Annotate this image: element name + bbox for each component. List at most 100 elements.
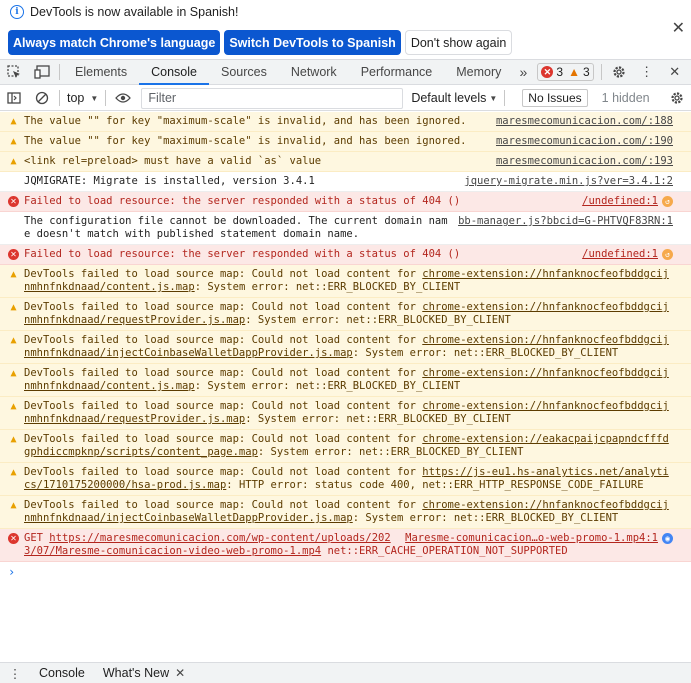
divider — [59, 90, 60, 106]
network-request-icon[interactable]: ↺ — [662, 249, 673, 260]
console-message: ▲ DevTools failed to load source map: Co… — [0, 463, 691, 496]
infobar-message: i DevTools is now available in Spanish! — [10, 5, 238, 19]
network-request-icon[interactable]: ↺ — [662, 196, 673, 207]
warning-icon: ▲ — [10, 269, 17, 280]
message-suffix: : System error: net::ERR_BLOCKED_BY_CLIE… — [245, 314, 511, 326]
message-source-link[interactable]: Maresme-comunicacion…o-web-promo-1.mp4:1… — [405, 532, 673, 545]
message-text: JQMIGRATE: Migrate is installed, version… — [24, 175, 315, 187]
info-icon: i — [10, 5, 24, 19]
message-suffix: : System error: net::ERR_BLOCKED_BY_CLIE… — [257, 446, 524, 458]
log-levels-dropdown[interactable]: Default levels ▼ — [407, 91, 501, 105]
tab-network[interactable]: Network — [279, 60, 349, 85]
log-levels-value: Default levels — [411, 91, 487, 105]
message-suffix: : System error: net::ERR_BLOCKED_BY_CLIE… — [245, 413, 511, 425]
message-suffix: : System error: net::ERR_BLOCKED_BY_CLIE… — [194, 281, 461, 293]
inspect-element-icon[interactable] — [0, 60, 28, 85]
message-text: <link rel=preload> must have a valid `as… — [24, 155, 322, 167]
message-prefix: DevTools failed to load source map: Coul… — [24, 268, 423, 280]
console-message: bb-manager.js?bbcid=G-PHTVQF83RN:1 The c… — [0, 212, 691, 245]
drawer-tab-whats-new[interactable]: What's New ✕ — [94, 666, 194, 680]
more-tabs-icon[interactable]: » — [513, 60, 533, 85]
source-text: /undefined:1 — [582, 248, 658, 260]
warning-icon: ▲ — [10, 156, 17, 167]
message-prefix: DevTools failed to load source map: Coul… — [24, 400, 423, 412]
message-text: The value "" for key "maximum-scale" is … — [24, 135, 467, 147]
close-devtools-icon[interactable]: ✕ — [661, 60, 689, 85]
message-prefix: DevTools failed to load source map: Coul… — [24, 334, 423, 346]
warning-icon: ▲ — [10, 500, 17, 511]
tab-elements[interactable]: Elements — [63, 60, 139, 85]
message-source-link[interactable]: /undefined:1 ↺ — [582, 248, 673, 261]
context-selector[interactable]: top ▼ — [63, 91, 102, 105]
live-expression-eye-icon[interactable] — [109, 86, 137, 111]
console-message: ▲ DevTools failed to load source map: Co… — [0, 496, 691, 529]
console-settings-gear-icon[interactable] — [663, 86, 691, 111]
warning-icon: ▲ — [10, 368, 17, 379]
console-message: ▲ DevTools failed to load source map: Co… — [0, 364, 691, 397]
device-toolbar-icon[interactable] — [28, 60, 56, 85]
message-prefix: DevTools failed to load source map: Coul… — [24, 499, 423, 511]
error-icon: ✕ — [8, 533, 19, 544]
warning-icon: ▲ — [10, 335, 17, 346]
message-suffix: : System error: net::ERR_BLOCKED_BY_CLIE… — [352, 512, 619, 524]
message-suffix: : HTTP error: status code 400, net::ERR_… — [226, 479, 644, 491]
message-suffix: net::ERR_CACHE_OPERATION_NOT_SUPPORTED — [321, 545, 568, 557]
warning-icon: ▲ — [10, 116, 17, 127]
message-prefix: GET — [24, 532, 50, 544]
tab-console[interactable]: Console — [139, 60, 209, 85]
warning-icon: ▲ — [568, 65, 580, 79]
warning-icon: ▲ — [10, 401, 17, 412]
close-icon[interactable]: ✕ — [175, 666, 185, 680]
sidebar-toggle-icon[interactable] — [0, 86, 28, 111]
divider — [59, 64, 60, 80]
settings-gear-icon[interactable] — [605, 60, 633, 85]
drawer-tab-label: Console — [39, 666, 85, 680]
console-message: ▲ DevTools failed to load source map: Co… — [0, 430, 691, 463]
tab-performance[interactable]: Performance — [349, 60, 445, 85]
dont-show-again-button[interactable]: Don't show again — [404, 30, 513, 55]
devtools-tabbar: Elements Console Sources Network Perform… — [0, 60, 691, 85]
divider — [504, 90, 506, 106]
console-prompt-chevron-icon[interactable]: › — [0, 562, 691, 579]
always-match-language-button[interactable]: Always match Chrome's language — [8, 30, 221, 55]
message-prefix: DevTools failed to load source map: Coul… — [24, 466, 423, 478]
drawer-tab-console[interactable]: Console — [30, 666, 94, 680]
warning-icon: ▲ — [10, 467, 17, 478]
filter-input[interactable] — [141, 87, 404, 109]
message-source-link[interactable]: maresmecomunicacion.com/:188 — [496, 115, 673, 128]
console-message: ▲ DevTools failed to load source map: Co… — [0, 265, 691, 298]
source-text: /undefined:1 — [582, 195, 658, 207]
error-icon: ✕ — [8, 249, 19, 260]
console-message: ✕ /undefined:1 ↺ Failed to load resource:… — [0, 245, 691, 265]
tab-memory[interactable]: Memory — [444, 60, 513, 85]
error-icon: ✕ — [8, 196, 19, 207]
close-icon[interactable]: ✕ — [672, 18, 685, 38]
issue-counter[interactable]: ✕ 3 ▲ 3 — [537, 63, 594, 81]
chevron-down-icon: ▼ — [90, 93, 99, 103]
console-messages: ▲ maresmecomunicacion.com/:188 The value… — [0, 112, 691, 662]
clear-console-icon[interactable] — [28, 86, 56, 111]
tab-sources[interactable]: Sources — [209, 60, 279, 85]
message-source-link[interactable]: jquery-migrate.min.js?ver=3.4.1:2 — [464, 175, 673, 188]
message-text: The value "" for key "maximum-scale" is … — [24, 115, 467, 127]
bottom-drawer: ⋮ Console What's New ✕ — [0, 662, 691, 683]
message-text: Failed to load resource: the server resp… — [24, 195, 461, 207]
console-message: jquery-migrate.min.js?ver=3.4.1:2 JQMIGR… — [0, 172, 691, 192]
warning-icon: ▲ — [10, 302, 17, 313]
message-source-link[interactable]: bb-manager.js?bbcid=G-PHTVQF83RN:1 — [458, 215, 673, 228]
more-options-icon[interactable]: ⋮ — [633, 60, 661, 85]
message-source-link[interactable]: maresmecomunicacion.com/:190 — [496, 135, 673, 148]
console-message: ✕ Maresme-comunicacion…o-web-promo-1.mp4… — [0, 529, 691, 562]
message-source-link[interactable]: maresmecomunicacion.com/:193 — [496, 155, 673, 168]
message-suffix: : System error: net::ERR_BLOCKED_BY_CLIE… — [352, 347, 619, 359]
context-value: top — [67, 91, 85, 105]
message-prefix: DevTools failed to load source map: Coul… — [24, 301, 423, 313]
message-prefix: DevTools failed to load source map: Coul… — [24, 433, 423, 445]
drawer-menu-icon[interactable]: ⋮ — [0, 666, 30, 681]
issues-button[interactable]: No Issues — [522, 89, 588, 107]
console-message: ▲ DevTools failed to load source map: Co… — [0, 397, 691, 430]
switch-to-spanish-button[interactable]: Switch DevTools to Spanish — [224, 30, 401, 55]
network-request-icon[interactable]: ◉ — [662, 533, 673, 544]
message-source-link[interactable]: /undefined:1 ↺ — [582, 195, 673, 208]
hidden-count: 1 hidden — [601, 91, 650, 105]
